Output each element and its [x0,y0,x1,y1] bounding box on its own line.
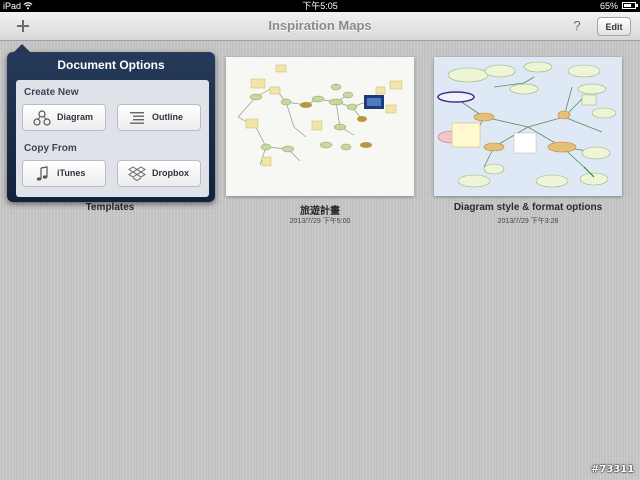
new-outline-button[interactable]: Outline [117,104,201,131]
popover-body: Create New Diagram Outline Copy From iTu… [16,80,209,197]
button-label: Outline [152,112,183,122]
document-date: 2013/7/29 下午3:28 [497,218,559,225]
navigation-bar: Inspiration Maps ? Edit [0,12,640,41]
copy-from-heading: Copy From [24,143,77,154]
document-date: 2013/7/29 下午5:00 [289,218,351,225]
new-diagram-button[interactable]: Diagram [22,104,106,131]
mind-map-preview [237,64,403,167]
create-new-heading: Create New [24,87,79,98]
clock: 下午5:05 [302,1,338,11]
document-title[interactable]: Templates [16,202,204,213]
copy-from-itunes-button[interactable]: iTunes [22,160,106,187]
document-thumbnail[interactable] [226,57,414,196]
document-title[interactable]: Diagram style & format options [424,202,632,213]
music-note-icon [33,166,51,182]
document-title[interactable]: 旅遊計畫 [226,202,414,217]
button-label: Dropbox [152,168,189,178]
edit-button[interactable]: Edit [597,17,631,36]
document-options-popover: Document Options Create New Diagram Outl… [7,52,215,202]
dropbox-icon [128,166,146,182]
diagram-icon [33,110,51,126]
outline-icon [128,110,146,126]
button-label: Diagram [57,112,94,122]
app-title: Inspiration Maps [268,18,372,33]
popover-title: Document Options [57,58,165,72]
document-thumbnail[interactable] [434,57,622,196]
popover-arrow [14,44,30,52]
help-button[interactable]: ? [570,16,584,36]
mind-map-preview [437,61,617,188]
button-label: iTunes [57,168,86,178]
battery-percentage: 65% [599,1,618,11]
battery-icon [622,2,638,9]
copy-from-dropbox-button[interactable]: Dropbox [117,160,201,187]
watermark-label: #73311 [591,464,635,475]
status-bar: iPad 下午5:05 65% [0,0,640,12]
